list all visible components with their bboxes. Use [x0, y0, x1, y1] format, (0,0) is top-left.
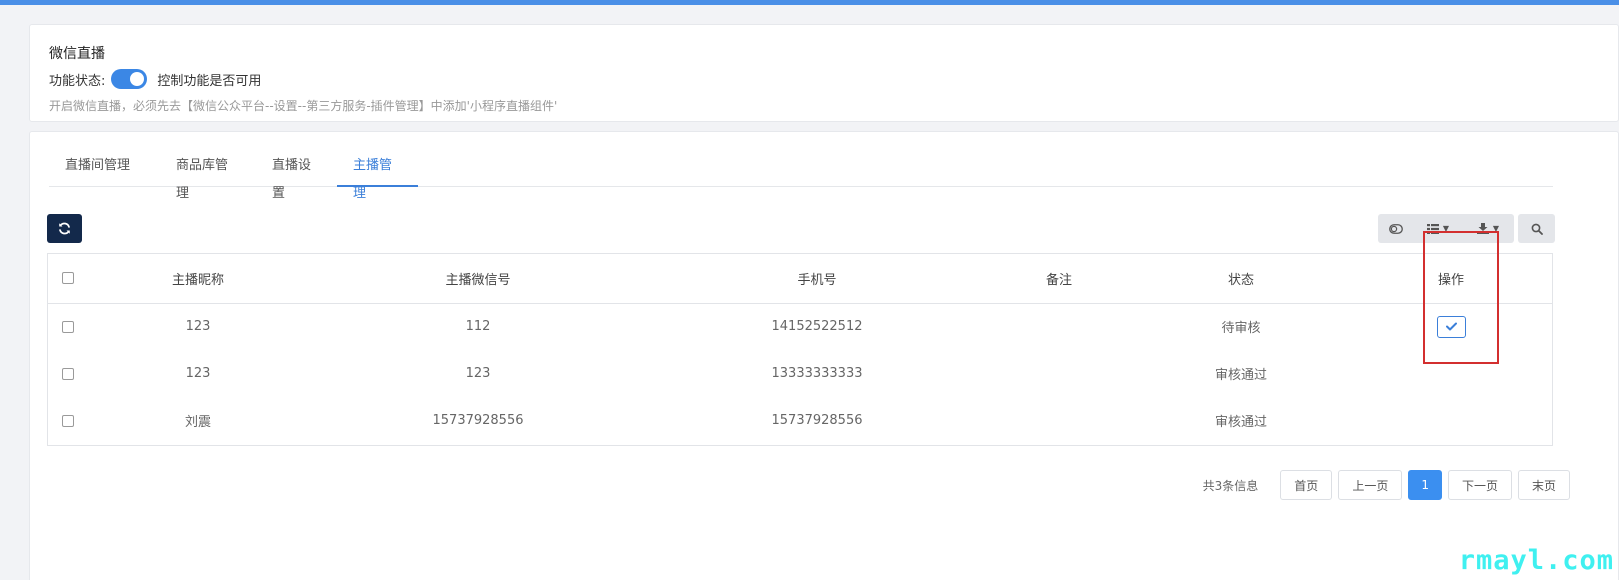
cell-status: 审核通过 [1214, 368, 1267, 383]
last-page-button[interactable]: 末页 [1517, 470, 1570, 500]
toggle-icon [1389, 223, 1403, 234]
first-page-button[interactable]: 首页 [1280, 470, 1333, 500]
setup-hint: 开启微信直播，必须先去【微信公众平台--设置--第三方服务-插件管理】中添加'小… [49, 99, 558, 113]
table-row: 123 112 14152522512 待审核 [48, 303, 1552, 350]
prev-page-button[interactable]: 上一页 [1338, 470, 1403, 500]
feature-status-row: 功能状态: 控制功能是否可用 [49, 69, 261, 89]
tab-bar: 直播间管理 商品库管理 直播设置 主播管理 [49, 152, 1553, 201]
tab-live-room[interactable]: 直播间管理 [49, 152, 160, 187]
feature-settings-card: 微信直播 功能状态: 控制功能是否可用 开启微信直播，必须先去【微信公众平台--… [29, 24, 1619, 122]
status-description: 控制功能是否可用 [157, 73, 262, 89]
tab-goods-library[interactable]: 商品库管理 [160, 152, 256, 201]
search-button[interactable] [1518, 214, 1555, 243]
next-page-button[interactable]: 下一页 [1447, 470, 1512, 500]
table-row: 123 123 13333333333 审核通过 [48, 350, 1552, 397]
pagination: 共3条信息 首页 上一页 1 下一页 末页 [1203, 470, 1570, 500]
row-checkbox[interactable] [62, 367, 74, 380]
cell-wechat: 112 [465, 319, 491, 335]
column-header-phone[interactable]: 手机号 [648, 254, 986, 304]
table-header-row: 主播昵称 主播微信号 手机号 备注 状态 操作 [48, 254, 1552, 304]
watermark: rmayl.com [1458, 545, 1614, 576]
row-checkbox[interactable] [62, 320, 74, 333]
row-select-cell [48, 397, 88, 444]
annotation-highlight-box [1423, 231, 1499, 364]
cell-wechat: 123 [465, 366, 491, 381]
cell-status: 审核通过 [1214, 415, 1267, 430]
cell-phone: 13333333333 [771, 366, 863, 381]
cell-status: 待审核 [1221, 321, 1261, 337]
header-select-cell [48, 254, 88, 304]
feature-toggle[interactable] [111, 69, 148, 89]
table-row: 刘震 15737928556 15737928556 审核通过 [48, 397, 1552, 444]
anchor-table: 主播昵称 主播微信号 手机号 备注 状态 操作 123 112 14152522… [47, 253, 1553, 446]
cell-phone: 14152522512 [771, 319, 863, 335]
pagination-info: 共3条信息 [1202, 478, 1259, 493]
column-header-nickname[interactable]: 主播昵称 [88, 254, 308, 304]
cell-phone: 15737928556 [771, 413, 863, 428]
tab-live-settings[interactable]: 直播设置 [256, 152, 337, 201]
top-accent-bar [0, 0, 1619, 5]
search-group [1518, 214, 1555, 243]
toggle-knob [130, 72, 145, 86]
page-number-button[interactable]: 1 [1408, 470, 1442, 500]
cell-nickname: 123 [185, 366, 211, 381]
cell-note [986, 350, 1132, 397]
cell-wechat: 15737928556 [432, 413, 524, 428]
cell-nickname: 刘震 [184, 415, 211, 430]
search-icon [1531, 223, 1543, 235]
row-select-cell [48, 350, 88, 397]
cell-note [986, 397, 1132, 444]
page-title: 微信直播 [49, 46, 105, 62]
tab-anchor-management[interactable]: 主播管理 [337, 152, 418, 201]
status-label: 功能状态: [49, 73, 106, 89]
column-header-note[interactable]: 备注 [986, 254, 1132, 304]
row-select-cell [48, 303, 88, 350]
cell-actions [1350, 397, 1552, 444]
toggle-view-button[interactable] [1378, 214, 1414, 243]
cell-note [986, 303, 1132, 350]
refresh-button[interactable] [47, 214, 82, 243]
select-all-checkbox[interactable] [62, 272, 74, 285]
refresh-icon [59, 222, 70, 235]
row-checkbox[interactable] [62, 414, 74, 427]
column-header-status[interactable]: 状态 [1132, 254, 1350, 304]
column-header-wechat[interactable]: 主播微信号 [308, 254, 648, 304]
cell-nickname: 123 [185, 319, 211, 335]
main-panel: 直播间管理 商品库管理 直播设置 主播管理 ▼ ▼ 主播昵称 主播微信号 手机号… [29, 131, 1619, 580]
